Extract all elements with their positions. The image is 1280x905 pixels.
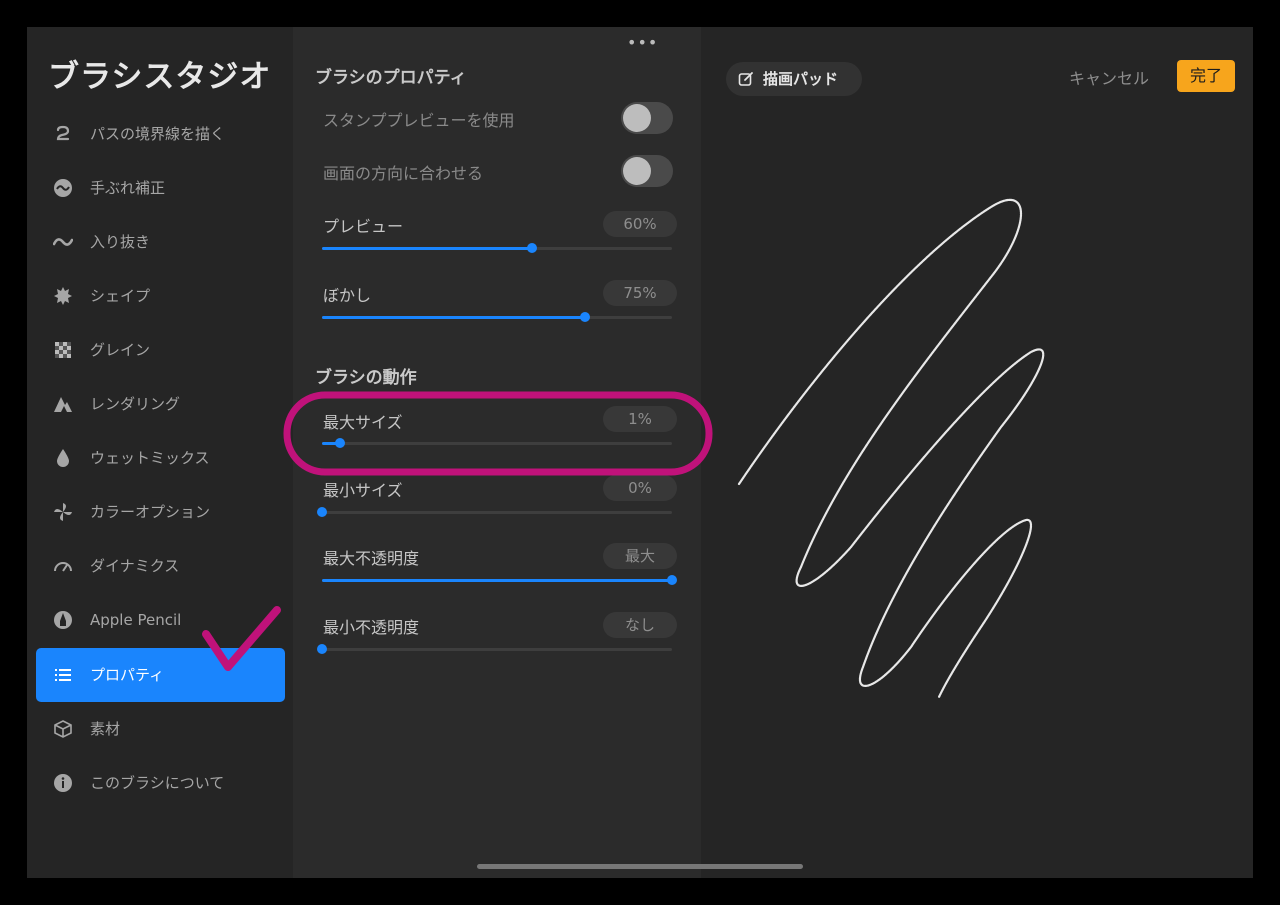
max-opacity-value[interactable]: 最大 (603, 543, 677, 569)
sidebar-item-rendering[interactable]: レンダリング (36, 377, 285, 431)
properties-icon (53, 665, 73, 685)
min-opacity-slider[interactable] (317, 644, 672, 654)
sidebar-item-color-options[interactable]: カラーオプション (36, 485, 285, 539)
max-opacity-label: 最大不透明度 (323, 549, 420, 568)
slider-thumb[interactable] (334, 438, 345, 448)
max-size-label: 最大サイズ (323, 413, 403, 432)
apple-pencil-icon (53, 610, 73, 630)
sidebar-item-about-brush[interactable]: このブラシについて (36, 756, 285, 810)
sidebar-item-apple-pencil[interactable]: Apple Pencil (36, 593, 285, 647)
blur-value[interactable]: 75% (603, 280, 677, 306)
orient-screen-label: 画面の方向に合わせる (323, 164, 484, 183)
preview-label: プレビュー (323, 217, 404, 236)
stamp-preview-label: スタンププレビューを使用 (323, 111, 515, 130)
max-opacity-slider[interactable] (322, 575, 677, 585)
slider-thumb[interactable] (317, 507, 327, 517)
min-size-slider[interactable] (317, 507, 672, 517)
slider-thumb[interactable] (317, 644, 327, 654)
orient-screen-toggle[interactable] (621, 155, 673, 187)
app-title: ブラシスタジオ (48, 59, 272, 95)
max-size-slider[interactable] (322, 438, 672, 448)
sidebar-item-materials[interactable]: 素材 (36, 702, 285, 756)
preview-slider[interactable] (322, 243, 672, 253)
min-opacity-label: 最小不透明度 (323, 618, 420, 637)
min-size-value[interactable]: 0% (603, 475, 677, 501)
more-menu-button[interactable]: ••• (627, 33, 658, 52)
sidebar-item-dynamics[interactable]: ダイナミクス (36, 539, 285, 593)
shape-icon (53, 286, 73, 306)
sidebar-item-label: ウェットミックス (90, 449, 210, 467)
sidebar-item-taper[interactable]: 入り抜き (36, 215, 285, 269)
min-size-label: 最小サイズ (323, 481, 403, 500)
taper-icon (53, 232, 73, 252)
preview-value[interactable]: 60% (603, 211, 677, 237)
sidebar-item-stroke-path[interactable]: パスの境界線を描く (36, 107, 285, 161)
slider-thumb[interactable] (527, 243, 537, 253)
sidebar-item-label: 素材 (90, 720, 121, 738)
blur-slider[interactable] (322, 312, 672, 322)
sidebar-item-label: 入り抜き (90, 233, 151, 251)
sidebar-item-label: ダイナミクス (90, 557, 180, 575)
max-size-value[interactable]: 1% (603, 406, 677, 432)
slider-thumb[interactable] (667, 575, 677, 585)
sidebar-item-label: 手ぶれ補正 (90, 179, 166, 197)
sidebar-item-label: Apple Pencil (90, 611, 182, 629)
section-title-brush-properties: ブラシのプロパティ (315, 68, 467, 88)
wet-mix-icon (53, 448, 73, 468)
toggle-knob (623, 157, 651, 185)
sidebar-item-label: パスの境界線を描く (90, 125, 226, 143)
sidebar-item-properties[interactable]: プロパティ (36, 648, 285, 702)
section-title-brush-behavior: ブラシの動作 (315, 368, 417, 388)
sidebar-item-shape[interactable]: シェイプ (36, 269, 285, 323)
stroke-path-icon (53, 124, 73, 144)
sidebar-item-label: シェイプ (90, 287, 151, 305)
grain-icon (53, 340, 73, 360)
stamp-preview-toggle[interactable] (621, 102, 673, 134)
rendering-icon (53, 394, 73, 414)
toggle-knob (623, 104, 651, 132)
sidebar: ブラシスタジオ パスの境界線を描く 手ぶれ補正 入り抜き シェイプ グレイン レ… (27, 27, 293, 878)
slider-thumb[interactable] (579, 312, 590, 322)
sidebar-item-label: このブラシについて (90, 774, 225, 792)
drawing-pad-area[interactable]: 描画パッド キャンセル 完了 (701, 27, 1253, 878)
materials-icon (53, 719, 73, 739)
properties-panel: ••• ブラシのプロパティ スタンププレビューを使用 画面の方向に合わせる プレ… (293, 27, 701, 878)
sidebar-item-label: レンダリング (90, 395, 181, 413)
sidebar-item-wet-mix[interactable]: ウェットミックス (36, 431, 285, 485)
min-opacity-value[interactable]: なし (603, 612, 677, 638)
color-options-icon (53, 502, 73, 522)
sidebar-item-grain[interactable]: グレイン (36, 323, 285, 377)
sidebar-item-label: プロパティ (90, 666, 165, 684)
blur-label: ぼかし (323, 286, 372, 305)
sidebar-item-label: グレイン (90, 341, 151, 359)
sidebar-item-label: カラーオプション (90, 503, 211, 521)
home-indicator[interactable] (477, 864, 803, 869)
info-icon (53, 773, 73, 793)
sidebar-item-stabilization[interactable]: 手ぶれ補正 (36, 161, 285, 215)
dynamics-icon (53, 556, 73, 576)
brush-stroke-preview (737, 198, 1045, 699)
brush-studio-screen: ブラシスタジオ パスの境界線を描く 手ぶれ補正 入り抜き シェイプ グレイン レ… (27, 27, 1253, 878)
stabilization-icon (53, 178, 73, 198)
